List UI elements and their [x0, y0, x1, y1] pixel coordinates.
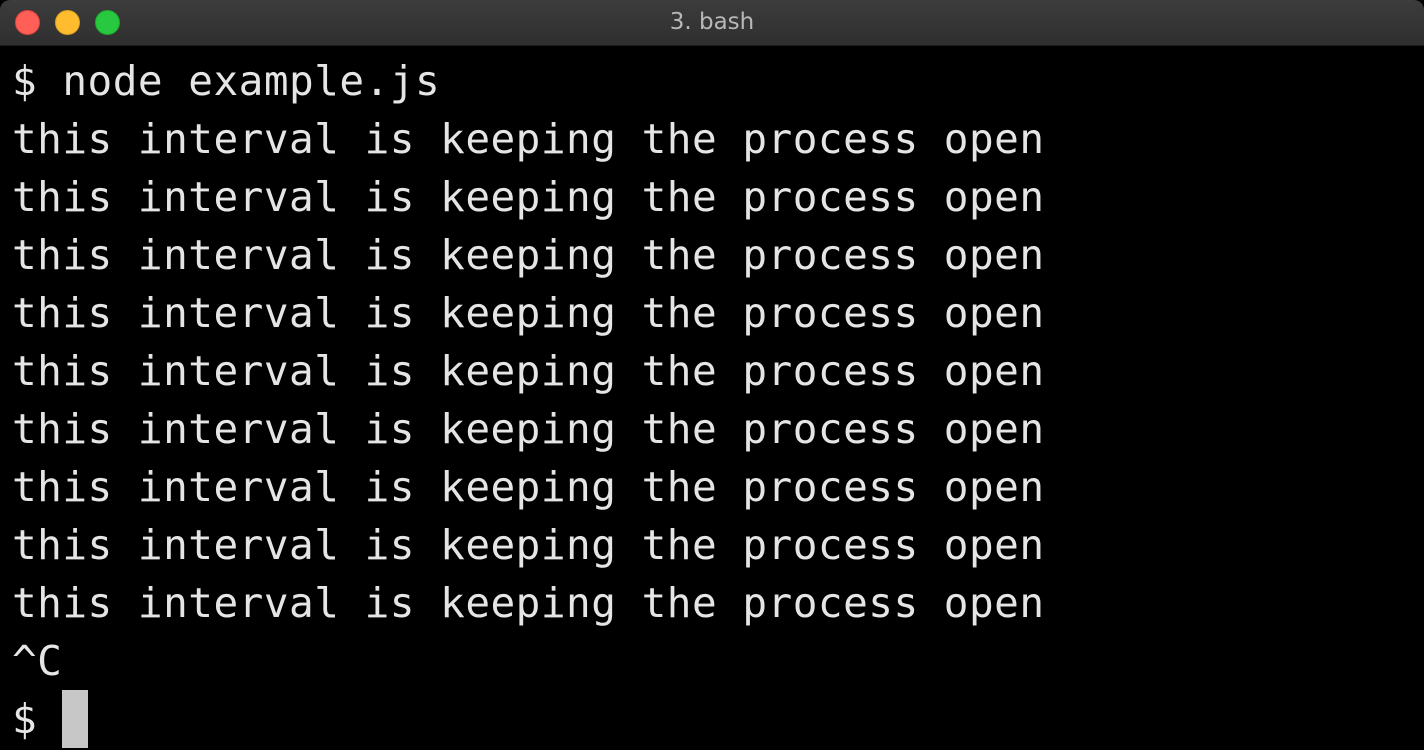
- output-line: this interval is keeping the process ope…: [12, 521, 1045, 569]
- window-title: 3. bash: [669, 9, 755, 35]
- output-line: this interval is keeping the process ope…: [12, 347, 1045, 395]
- output-line: this interval is keeping the process ope…: [12, 579, 1045, 627]
- title-bar[interactable]: 3. bash: [0, 0, 1424, 46]
- output-line: this interval is keeping the process ope…: [12, 231, 1045, 279]
- prompt-line[interactable]: $: [12, 690, 1424, 748]
- output-line: this interval is keeping the process ope…: [12, 173, 1045, 221]
- output-line: this interval is keeping the process ope…: [12, 115, 1045, 163]
- terminal-window: 3. bash $ node example.js this interval …: [0, 0, 1424, 750]
- output-line: this interval is keeping the process ope…: [12, 289, 1045, 337]
- output-line: this interval is keeping the process ope…: [12, 463, 1045, 511]
- terminal-output[interactable]: $ node example.js this interval is keepi…: [12, 52, 1424, 750]
- text-cursor: [62, 690, 89, 748]
- interrupt-line: ^C: [12, 637, 63, 685]
- output-line: this interval is keeping the process ope…: [12, 405, 1045, 453]
- prompt: $: [12, 695, 63, 743]
- command-line: $ node example.js: [12, 57, 441, 105]
